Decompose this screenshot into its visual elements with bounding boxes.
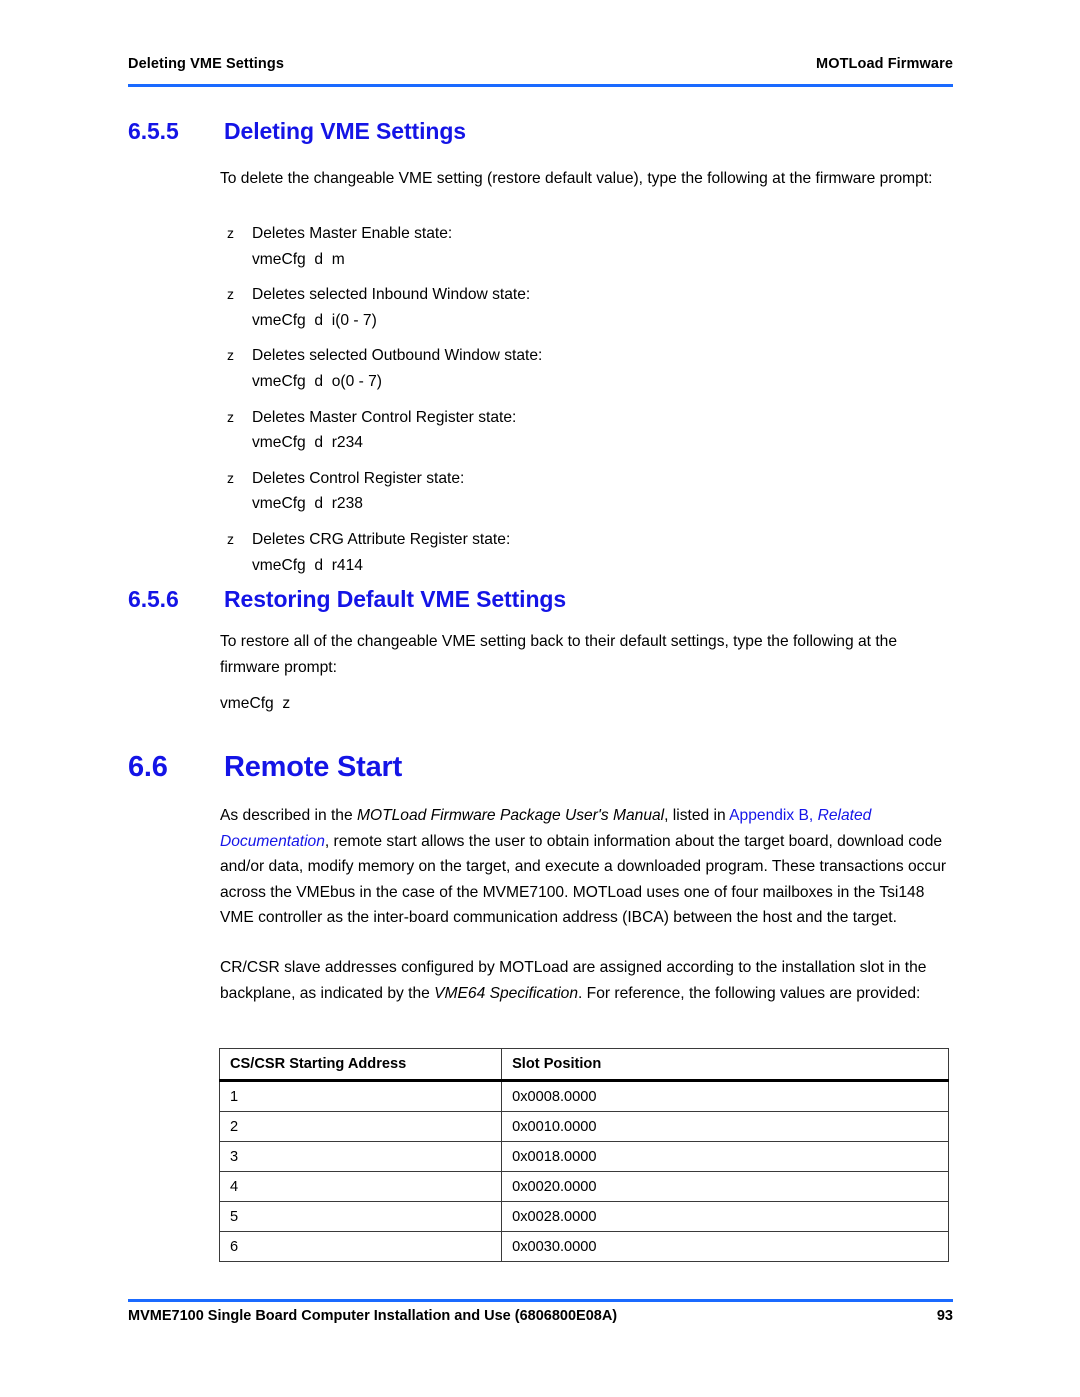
list-item-command: vmeCfg d i(0 - 7) — [252, 311, 377, 329]
table-row: 2 0x0010.0000 — [218, 1111, 949, 1142]
cell-address: 0x0030.0000 — [501, 1231, 949, 1262]
para1-text-1: As described in the — [220, 807, 357, 824]
cell-slot: 4 — [218, 1171, 503, 1202]
list-item-label: Deletes Control Register state: — [252, 469, 465, 487]
list-item-label: Deletes Master Control Register state: — [252, 408, 517, 426]
section-heading-6-5-6: 6.5.6 Restoring Default VME Settings — [128, 586, 958, 613]
section-title-6-5-5: Deleting VME Settings — [224, 118, 466, 144]
cell-address: 0x0008.0000 — [501, 1080, 949, 1112]
cell-address: 0x0018.0000 — [501, 1141, 949, 1172]
cell-address: 0x0028.0000 — [501, 1201, 949, 1232]
table-row: 6 0x0030.0000 — [218, 1231, 949, 1262]
bullet-marker-icon: z — [227, 408, 234, 425]
running-header: Deleting VME Settings MOTLoad Firmware — [128, 56, 953, 72]
section-heading-6-6: 6.6 Remote Start — [128, 751, 958, 784]
section-heading-6-5-5: 6.5.5 Deleting VME Settings — [128, 118, 958, 145]
restoring-command: vmeCfg z — [220, 695, 291, 712]
section-number-6-6: 6.6 — [128, 751, 168, 783]
para1-text-2: , listed in — [664, 807, 730, 824]
section-title-6-5-6: Restoring Default VME Settings — [224, 586, 567, 612]
list-item: z Deletes selected Outbound Window state… — [220, 343, 960, 394]
cell-slot: 1 — [218, 1080, 503, 1112]
csr-address-table: CS/CSR Starting Address Slot Position 1 … — [218, 1048, 949, 1262]
list-item-command: vmeCfg d r414 — [252, 556, 363, 574]
list-item: z Deletes Master Control Register state:… — [220, 405, 960, 456]
para2-text-2: . For reference, the following values ar… — [578, 984, 921, 1002]
bullet-marker-icon: z — [227, 469, 234, 486]
deleting-bullet-list: z Deletes Master Enable state: vmeCfg d … — [220, 221, 960, 588]
list-item-label: Deletes selected Outbound Window state: — [252, 347, 543, 365]
remote-start-paragraph-2: CR/CSR slave addresses configured by MOT… — [220, 955, 960, 1006]
table-header-row: CS/CSR Starting Address Slot Position — [218, 1048, 949, 1082]
cell-slot: 6 — [218, 1231, 503, 1262]
cell-slot: 3 — [218, 1141, 503, 1172]
table-row: 5 0x0028.0000 — [218, 1201, 949, 1232]
column-header-slot-position: Slot Position — [501, 1048, 949, 1082]
table-body: 1 0x0008.0000 2 0x0010.0000 3 0x0018.000… — [218, 1080, 949, 1262]
list-item-label: Deletes selected Inbound Window state: — [252, 286, 531, 304]
list-item-label: Deletes CRG Attribute Register state: — [252, 530, 511, 548]
running-header-left: Deleting VME Settings — [128, 56, 284, 72]
column-header-cs-csr-starting-address: CS/CSR Starting Address — [218, 1048, 503, 1082]
page-number: 93 — [936, 1308, 953, 1324]
list-item-command: vmeCfg d o(0 - 7) — [252, 372, 382, 390]
bullet-marker-icon: z — [227, 347, 234, 364]
cell-address: 0x0010.0000 — [501, 1111, 949, 1142]
list-item: z Deletes CRG Attribute Register state: … — [220, 527, 960, 578]
cell-address: 0x0020.0000 — [501, 1171, 949, 1202]
header-rule — [128, 84, 953, 87]
cell-slot: 2 — [218, 1111, 503, 1142]
para2-italic-spec-title: VME64 Specification — [434, 984, 579, 1002]
running-header-right: MOTLoad Firmware — [816, 56, 953, 72]
document-page: Deleting VME Settings MOTLoad Firmware 6… — [0, 0, 1080, 1397]
para1-italic-manual-title: MOTLoad Firmware Package User's Manual — [356, 807, 665, 824]
section-title-6-6: Remote Start — [224, 751, 403, 783]
link-appendix-b[interactable]: Appendix B, — [729, 807, 813, 824]
deleting-intro-paragraph: To delete the changeable VME setting (re… — [220, 170, 933, 187]
table-row: 3 0x0018.0000 — [218, 1141, 949, 1172]
list-item-command: vmeCfg d r238 — [252, 495, 363, 513]
bullet-marker-icon: z — [227, 286, 234, 303]
bullet-marker-icon: z — [227, 530, 234, 547]
remote-start-paragraph-1: As described in the MOTLoad Firmware Pac… — [220, 803, 960, 931]
footer-document-title: MVME7100 Single Board Computer Installat… — [128, 1308, 618, 1324]
table-row: 4 0x0020.0000 — [218, 1171, 949, 1202]
list-item: z Deletes Control Register state: vmeCfg… — [220, 466, 960, 517]
bullet-marker-icon: z — [227, 225, 234, 241]
list-item-command: vmeCfg d r234 — [252, 434, 363, 452]
section-number-6-5-6: 6.5.6 — [128, 586, 179, 612]
section-number-6-5-5: 6.5.5 — [128, 118, 179, 144]
list-item-command: vmeCfg d m — [252, 250, 345, 268]
cell-slot: 5 — [218, 1201, 503, 1232]
list-item: z Deletes selected Inbound Window state:… — [220, 282, 960, 333]
list-item: z Deletes Master Enable state: vmeCfg d … — [220, 221, 960, 272]
restoring-intro-paragraph: To restore all of the changeable VME set… — [220, 633, 897, 676]
list-item-label: Deletes Master Enable state: — [252, 225, 453, 242]
footer-rule — [128, 1299, 953, 1302]
para1-text-4: , remote start allows the user to obtain… — [220, 832, 947, 927]
table-row: 1 0x0008.0000 — [218, 1080, 949, 1112]
table-header: CS/CSR Starting Address Slot Position — [218, 1048, 949, 1082]
running-footer: MVME7100 Single Board Computer Installat… — [128, 1308, 953, 1324]
